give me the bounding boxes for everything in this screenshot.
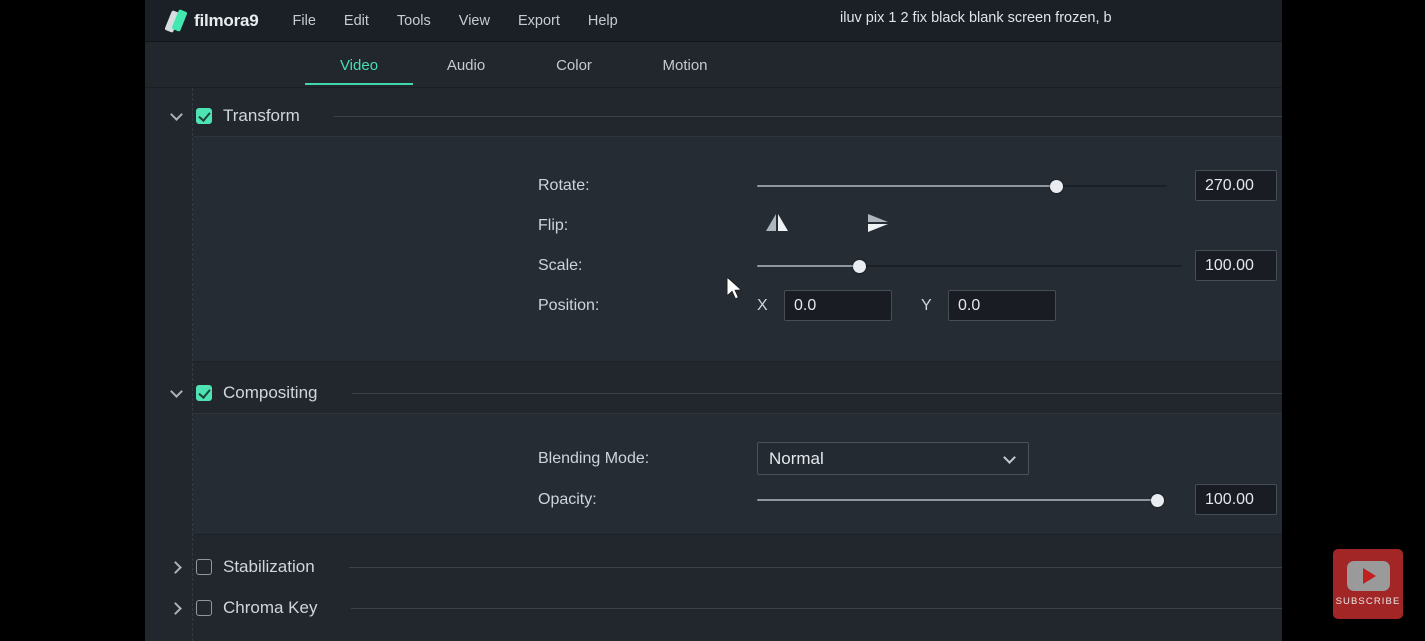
stabilization-checkbox[interactable] <box>196 559 212 575</box>
row-flip: Flip: <box>193 209 1282 243</box>
section-title-chroma-key: Chroma Key <box>223 598 318 617</box>
tab-color[interactable]: Color <box>525 42 623 88</box>
tab-motion-label: Motion <box>662 56 708 74</box>
transform-content: Rotate: 270.00 Flip: Scale: 100.00 Posit… <box>193 136 1282 362</box>
project-title: iluv pix 1 2 fix black blank screen froz… <box>840 10 1112 26</box>
position-y-input[interactable]: 0.0 <box>948 290 1056 321</box>
section-divider <box>351 392 1282 394</box>
filmora-logo-icon <box>164 8 188 33</box>
screen: filmora9 File Edit Tools View Export Hel… <box>0 0 1425 641</box>
rotate-slider-fill <box>757 185 1056 187</box>
position-x-input[interactable]: 0.0 <box>784 290 892 321</box>
section-title-compositing: Compositing <box>223 383 318 402</box>
menu-item-help[interactable]: Help <box>574 9 632 33</box>
position-x-label: X <box>757 297 768 314</box>
row-rotate: Rotate: 270.00 <box>193 169 1282 203</box>
subscribe-button[interactable]: SUBSCRIBE <box>1333 549 1403 619</box>
rotate-value-input[interactable]: 270.00 <box>1195 170 1277 201</box>
section-header-chroma-key[interactable]: Chroma Key <box>145 588 1282 628</box>
section-title-transform: Transform <box>223 106 300 125</box>
scale-slider-fill <box>757 265 859 267</box>
menu-bar: filmora9 File Edit Tools View Export Hel… <box>145 0 1282 42</box>
scale-label: Scale: <box>538 257 583 274</box>
row-blending-mode: Blending Mode: Normal <box>193 442 1282 476</box>
compositing-checkbox[interactable] <box>196 385 212 401</box>
brand-name: filmora9 <box>194 10 259 30</box>
opacity-label: Opacity: <box>538 491 597 508</box>
row-position: Position: X 0.0 Y 0.0 <box>193 289 1282 323</box>
tab-color-label: Color <box>556 56 592 74</box>
chevron-down-icon <box>1005 453 1015 463</box>
opacity-slider-fill <box>757 499 1159 501</box>
scale-value-input[interactable]: 100.00 <box>1195 250 1277 281</box>
blending-mode-select[interactable]: Normal <box>757 442 1029 475</box>
row-scale: Scale: 100.00 % <box>193 249 1282 283</box>
menu-item-file[interactable]: File <box>279 9 330 33</box>
rotate-slider-handle[interactable] <box>1050 180 1063 193</box>
tab-audio[interactable]: Audio <box>417 42 515 88</box>
menu-item-tools[interactable]: Tools <box>383 9 445 33</box>
chevron-down-icon[interactable] <box>170 386 184 400</box>
section-header-compositing[interactable]: Compositing <box>145 373 1282 413</box>
app-logo: filmora9 <box>164 8 259 33</box>
section-header-transform[interactable]: Transform <box>145 96 1282 136</box>
flip-label: Flip: <box>538 217 569 234</box>
opacity-value-input[interactable]: 100.00 <box>1195 484 1277 515</box>
tab-motion[interactable]: Motion <box>633 42 737 88</box>
chevron-down-icon[interactable] <box>170 109 184 123</box>
blending-mode-label: Blending Mode: <box>538 450 650 467</box>
scale-slider-handle[interactable] <box>853 260 866 273</box>
flip-vertical-icon[interactable] <box>865 211 893 235</box>
chroma-key-checkbox[interactable] <box>196 600 212 616</box>
tab-video-label: Video <box>339 56 379 74</box>
opacity-slider[interactable] <box>757 491 1164 509</box>
property-tabs: Video Audio Color Motion <box>145 42 1282 88</box>
section-header-stabilization[interactable]: Stabilization <box>145 547 1282 587</box>
rotate-slider[interactable] <box>757 177 1167 195</box>
rotate-label: Rotate: <box>538 177 590 194</box>
transform-checkbox[interactable] <box>196 108 212 124</box>
position-y-label: Y <box>921 297 932 314</box>
tab-active-underline <box>305 83 413 85</box>
tab-audio-label: Audio <box>446 56 486 74</box>
section-divider <box>351 607 1282 609</box>
youtube-play-icon <box>1346 561 1390 591</box>
tab-video[interactable]: Video <box>305 42 413 88</box>
menu-items: File Edit Tools View Export Help <box>279 9 632 33</box>
opacity-slider-handle[interactable] <box>1151 494 1164 507</box>
section-header-next[interactable] <box>145 629 1282 641</box>
compositing-content: Blending Mode: Normal Opacity: 100.00 <box>193 413 1282 535</box>
menu-item-view[interactable]: View <box>445 9 504 33</box>
scale-slider[interactable] <box>757 257 1182 275</box>
section-divider <box>333 115 1282 117</box>
position-label: Position: <box>538 297 600 314</box>
section-divider <box>348 566 1282 568</box>
chevron-right-icon[interactable] <box>170 601 184 615</box>
flip-horizontal-icon[interactable] <box>763 211 791 235</box>
menu-item-edit[interactable]: Edit <box>330 9 383 33</box>
properties-panel: Transform Rotate: 270.00 Flip: Scale: 10… <box>145 88 1282 641</box>
menu-item-export[interactable]: Export <box>504 9 574 33</box>
blending-mode-value: Normal <box>769 448 824 468</box>
section-title-stabilization: Stabilization <box>223 557 315 576</box>
row-opacity: Opacity: 100.00 % <box>193 483 1282 517</box>
filmora-window: filmora9 File Edit Tools View Export Hel… <box>145 0 1282 641</box>
subscribe-label: SUBSCRIBE <box>1335 596 1401 607</box>
chevron-right-icon[interactable] <box>170 560 184 574</box>
